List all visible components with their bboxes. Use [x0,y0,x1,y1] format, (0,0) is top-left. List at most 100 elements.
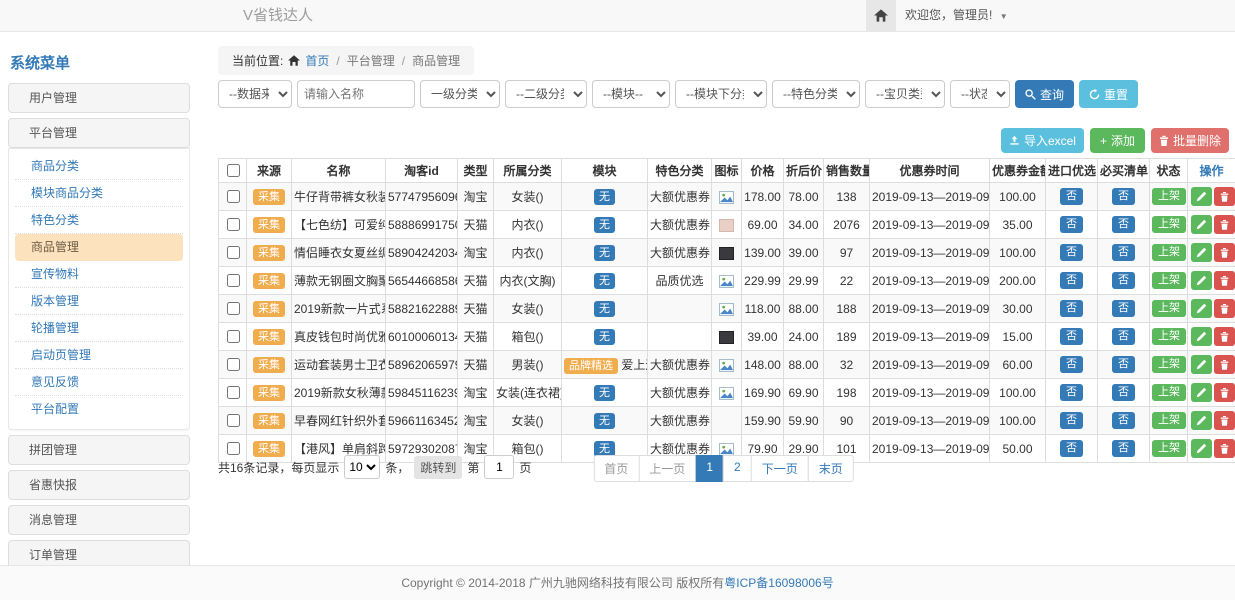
status-button[interactable]: 上架 [1152,216,1186,233]
delete-button[interactable] [1214,299,1235,318]
add-button[interactable]: + 添加 [1090,128,1145,153]
sidebar-item-group[interactable]: 消息管理 [8,505,190,535]
import-select-toggle[interactable]: 否 [1060,384,1083,401]
edit-button[interactable] [1191,411,1212,430]
must-buy-toggle[interactable]: 否 [1112,412,1135,429]
row-checkbox[interactable] [227,274,240,287]
sidebar-item-group[interactable]: 拼团管理 [8,435,190,465]
batch-delete-button[interactable]: 批量删除 [1151,128,1229,153]
edit-button[interactable] [1191,383,1212,402]
select-all-checkbox[interactable] [227,164,240,177]
pager-button-末页[interactable]: 末页 [808,455,854,482]
jump-to-button[interactable]: 跳转到 [414,456,462,479]
sidebar-item-sub[interactable]: 商品分类 [15,153,183,180]
must-buy-toggle[interactable]: 否 [1112,300,1135,317]
item-type-select[interactable]: --宝贝类型-- [865,80,945,108]
row-checkbox[interactable] [227,330,240,343]
delete-button[interactable] [1214,411,1235,430]
row-checkbox[interactable] [227,442,240,455]
delete-button[interactable] [1214,271,1235,290]
page-number-input[interactable] [484,455,514,479]
home-icon[interactable] [866,0,896,31]
edit-button[interactable] [1191,215,1212,234]
row-checkbox[interactable] [227,218,240,231]
delete-button[interactable] [1214,355,1235,374]
delete-button[interactable] [1214,327,1235,346]
delete-button[interactable] [1214,215,1235,234]
edit-button[interactable] [1191,299,1212,318]
feature-category-select[interactable]: --特色分类-- [772,80,860,108]
status-button[interactable]: 上架 [1152,188,1186,205]
data-source-select[interactable]: --数据来源-- [218,80,292,108]
edit-icon [1196,191,1207,202]
icp-link[interactable]: 粤ICP备16098006号 [724,576,833,590]
sidebar-item-group[interactable]: 平台管理 [8,118,190,148]
import-select-toggle[interactable]: 否 [1060,188,1083,205]
import-select-toggle[interactable]: 否 [1060,356,1083,373]
module-subcategory-select[interactable]: --模块下分类-- [675,80,767,108]
row-checkbox[interactable] [227,246,240,259]
edit-button[interactable] [1191,327,1212,346]
row-checkbox[interactable] [227,358,240,371]
row-checkbox[interactable] [227,414,240,427]
sidebar-item-sub[interactable]: 模块商品分类 [15,180,183,207]
must-buy-toggle[interactable]: 否 [1112,356,1135,373]
sidebar-item-sub[interactable]: 特色分类 [15,207,183,234]
pager-button-1[interactable]: 1 [695,455,724,482]
status-select[interactable]: --状态-- [950,80,1010,108]
sidebar-item-group[interactable]: 省惠快报 [8,470,190,500]
must-buy-toggle[interactable]: 否 [1112,188,1135,205]
must-buy-toggle[interactable]: 否 [1112,384,1135,401]
module-select[interactable]: --模块-- [592,80,670,108]
reset-button[interactable]: 重置 [1079,80,1138,108]
status-button[interactable]: 上架 [1152,412,1186,429]
pager-button-下一页[interactable]: 下一页 [751,455,809,482]
import-select-toggle[interactable]: 否 [1060,244,1083,261]
query-button[interactable]: 查询 [1015,80,1074,108]
import-select-toggle[interactable]: 否 [1060,412,1083,429]
status-button[interactable]: 上架 [1152,356,1186,373]
edit-button[interactable] [1191,243,1212,262]
breadcrumb-home-link[interactable]: 首页 [305,52,329,69]
row-checkbox[interactable] [227,386,240,399]
name-search-input[interactable] [297,80,415,108]
sidebar-item-sub[interactable]: 宣传物料 [15,261,183,288]
row-checkbox[interactable] [227,190,240,203]
edit-button[interactable] [1191,271,1212,290]
import-select-toggle[interactable]: 否 [1060,272,1083,289]
sidebar-item-sub[interactable]: 轮播管理 [15,315,183,342]
import-select-toggle[interactable]: 否 [1060,216,1083,233]
must-buy-toggle[interactable]: 否 [1112,272,1135,289]
status-button[interactable]: 上架 [1152,328,1186,345]
must-buy-toggle[interactable]: 否 [1112,328,1135,345]
sidebar-item-sub[interactable]: 平台配置 [15,396,183,423]
sidebar-item-sub[interactable]: 版本管理 [15,288,183,315]
must-buy-toggle[interactable]: 否 [1112,216,1135,233]
import-excel-button[interactable]: 导入excel [1001,128,1084,153]
import-select-toggle[interactable]: 否 [1060,300,1083,317]
level1-category-select[interactable]: 一级分类 [420,80,500,108]
status-button[interactable]: 上架 [1152,244,1186,261]
delete-button[interactable] [1214,383,1235,402]
edit-button[interactable] [1191,187,1212,206]
sidebar-item-sub[interactable]: 意见反馈 [15,369,183,396]
import-select-toggle[interactable]: 否 [1060,328,1083,345]
pager-button-首页[interactable]: 首页 [593,455,639,482]
level2-category-select[interactable]: --二级分类-- [505,80,587,108]
sidebar-item-group[interactable]: 订单管理 [8,540,190,565]
sidebar-item-active[interactable]: 商品管理 [15,234,183,261]
status-button[interactable]: 上架 [1152,384,1186,401]
delete-button[interactable] [1214,187,1235,206]
edit-button[interactable] [1191,355,1212,374]
user-menu[interactable]: 欢迎您，管理员! ▼ [905,0,1008,32]
status-button[interactable]: 上架 [1152,272,1186,289]
sidebar-item-group[interactable]: 用户管理 [8,83,190,113]
pager-button-2[interactable]: 2 [723,455,752,482]
sidebar-item-sub[interactable]: 启动页管理 [15,342,183,369]
must-buy-toggle[interactable]: 否 [1112,244,1135,261]
delete-button[interactable] [1214,243,1235,262]
status-button[interactable]: 上架 [1152,300,1186,317]
pager-button-上一页[interactable]: 上一页 [638,455,696,482]
per-page-select[interactable]: 10 [344,455,380,479]
row-checkbox[interactable] [227,302,240,315]
